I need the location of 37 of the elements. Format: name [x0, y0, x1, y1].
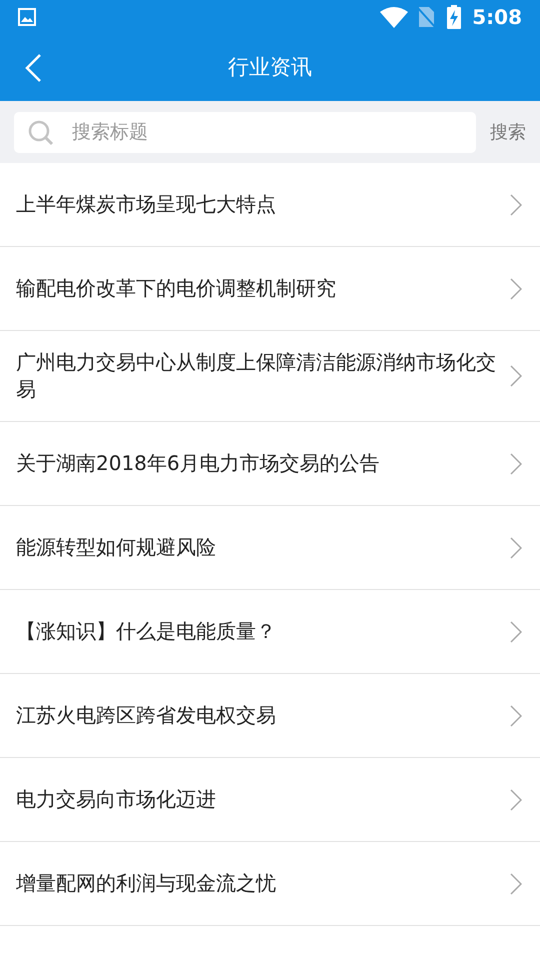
wifi-icon: [380, 6, 408, 28]
status-time: 5:08: [472, 4, 522, 31]
chevron-right-icon: [510, 788, 522, 810]
chevron-right-icon: [510, 194, 522, 216]
no-sim-icon: [416, 6, 436, 28]
chevron-right-icon: [510, 704, 522, 726]
article-row[interactable]: 上半年煤炭市场呈现七大特点: [0, 163, 540, 247]
article-title: 上半年煤炭市场呈现七大特点: [16, 191, 277, 218]
chevron-right-icon: [510, 872, 522, 894]
search-field[interactable]: 搜索标题: [14, 112, 476, 152]
article-title: 广州电力交易中心从制度上保障清洁能源消纳市场化交易: [16, 349, 497, 403]
article-title: 增量配网的利润与现金流之忧: [16, 870, 277, 897]
chevron-right-icon: [510, 452, 522, 474]
article-row[interactable]: 增量配网的利润与现金流之忧: [0, 842, 540, 926]
article-row[interactable]: 关于湖南2018年6月电力市场交易的公告: [0, 422, 540, 506]
article-row[interactable]: 输配电价改革下的电价调整机制研究: [0, 247, 540, 331]
article-row[interactable]: 【涨知识】什么是电能质量？: [0, 590, 540, 674]
chevron-right-icon: [510, 278, 522, 300]
chevron-right-icon: [510, 536, 522, 558]
search-icon: [28, 120, 54, 146]
battery-charging-icon: [446, 5, 462, 29]
article-row[interactable]: 能源转型如何规避风险: [0, 506, 540, 590]
article-title: 输配电价改革下的电价调整机制研究: [16, 275, 337, 302]
search-button[interactable]: 搜索: [490, 118, 526, 146]
article-title: 关于湖南2018年6月电力市场交易的公告: [16, 450, 381, 477]
page-title: 行业资讯: [228, 54, 312, 81]
article-title: 电力交易向市场化迈进: [16, 786, 217, 813]
chevron-right-icon: [510, 365, 522, 387]
chevron-right-icon: [510, 620, 522, 642]
article-title: 能源转型如何规避风险: [16, 534, 217, 561]
article-row[interactable]: 电力交易向市场化迈进: [0, 758, 540, 842]
article-row[interactable]: 广州电力交易中心从制度上保障清洁能源消纳市场化交易: [0, 331, 540, 422]
article-row[interactable]: 江苏火电跨区跨省发电权交易: [0, 674, 540, 758]
back-icon: [24, 53, 42, 83]
image-icon: [18, 8, 36, 26]
article-title: 江苏火电跨区跨省发电权交易: [16, 702, 277, 729]
article-title: 【涨知识】什么是电能质量？: [16, 618, 277, 645]
